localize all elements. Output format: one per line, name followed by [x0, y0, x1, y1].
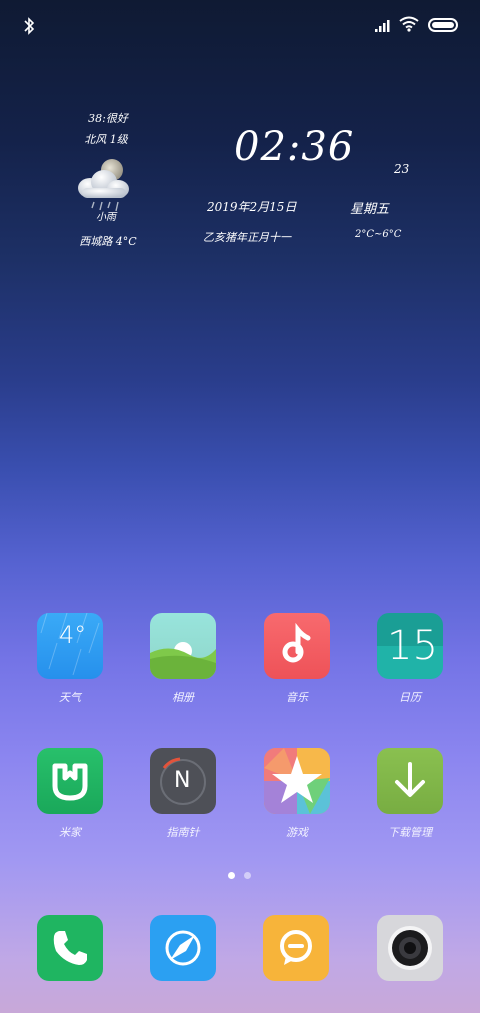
calendar-app-day: 15 [387, 623, 438, 669]
app-compass[interactable]: N 指南针 [149, 748, 217, 840]
calendar-app-icon: 15 [377, 613, 443, 679]
games-app-icon [264, 748, 330, 814]
page-indicator[interactable] [226, 872, 256, 880]
app-music[interactable]: 音乐 [263, 613, 331, 705]
mijia-app-icon [37, 748, 103, 814]
app-label: 天气 [59, 691, 81, 704]
messages-app-icon[interactable] [263, 915, 329, 981]
app-label: 游戏 [286, 826, 308, 839]
app-label: 米家 [59, 826, 81, 839]
battery-icon [428, 18, 458, 32]
camera-app-icon[interactable] [377, 915, 443, 981]
app-calendar[interactable]: 15 日历 [376, 613, 444, 705]
music-app-icon [264, 613, 330, 679]
app-mijia[interactable]: 米家 [36, 748, 104, 840]
wifi-icon [399, 16, 419, 32]
app-label: 日历 [399, 691, 421, 704]
clock-date: 2019年2月15日 [207, 200, 297, 214]
app-gallery[interactable]: 相册 [149, 613, 217, 705]
clock-seconds: 23 [394, 162, 410, 176]
phone-app-icon[interactable] [37, 915, 103, 981]
weather-location: 西城路 4°C [79, 235, 137, 248]
app-games[interactable]: 游戏 [263, 748, 331, 840]
compass-app-icon: N [150, 748, 216, 814]
clock-time: 02:36 [234, 124, 355, 170]
app-label: 下载管理 [388, 826, 432, 839]
weather-condition: 小雨 [96, 212, 116, 223]
compass-north-letter: N [174, 768, 191, 793]
download-manager-app-icon [377, 748, 443, 814]
cellular-signal-icon [375, 20, 390, 32]
app-label: 相册 [172, 691, 194, 704]
page-dot[interactable] [244, 872, 251, 879]
app-download-manager[interactable]: 下载管理 [376, 748, 444, 840]
bluetooth-icon [24, 17, 35, 35]
clock-weekday: 星期五 [350, 202, 390, 217]
weather-app-temp: 4° [59, 621, 87, 649]
weather-app-icon: 4° [37, 613, 103, 679]
battery-fill [432, 22, 454, 28]
app-weather[interactable]: 4° 天气 [36, 613, 104, 705]
temperature-range: 2°C~6°C [355, 229, 402, 240]
wind-info: 北风 1级 [84, 133, 128, 146]
status-bar [0, 0, 480, 50]
gallery-app-icon [150, 613, 216, 679]
browser-app-icon[interactable] [150, 915, 216, 981]
lunar-date: 乙亥猪年正月十一 [203, 231, 291, 244]
air-quality: 38:很好 [88, 112, 128, 125]
app-label: 指南针 [166, 826, 200, 839]
page-dot-active[interactable] [228, 872, 235, 879]
app-label: 音乐 [286, 691, 308, 704]
